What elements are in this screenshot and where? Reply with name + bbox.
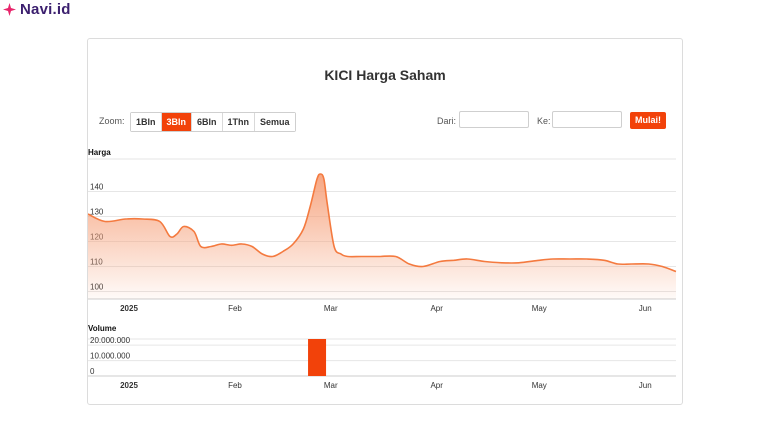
price-area <box>88 173 676 299</box>
volume-pane-title: Volume <box>88 324 117 333</box>
volume-x-tick-label: Mar <box>324 381 338 390</box>
y-tick-label: 130 <box>90 208 104 217</box>
x-tick-label: Apr <box>430 304 443 313</box>
x-tick-label: Feb <box>228 304 242 313</box>
volume-y-tick-label: 0 <box>90 367 95 376</box>
volume-x-tick-label: Jun <box>639 381 652 390</box>
x-tick-label: 2025 <box>120 304 138 313</box>
price-pane-title: Harga <box>88 148 111 157</box>
volume-x-tick-label: Feb <box>228 381 242 390</box>
volume-x-tick-label: May <box>532 381 547 390</box>
volume-x-tick-label: 2025 <box>120 381 138 390</box>
brand-name: Navi.id <box>20 1 71 18</box>
volume-y-tick-label: 10.000.000 <box>90 352 131 361</box>
brand-logo[interactable]: Navi.id <box>3 1 71 18</box>
x-tick-label: May <box>532 304 547 313</box>
volume-y-tick-label: 20.000.000 <box>90 336 131 345</box>
volume-bar <box>308 339 327 376</box>
x-tick-label: Jun <box>639 304 652 313</box>
stock-chart[interactable]: Harga1001101201301402025FebMarAprMayJunV… <box>88 39 682 404</box>
volume-x-tick-label: Apr <box>430 381 443 390</box>
stock-chart-panel: KICI Harga Saham Zoom: 1Bln 3Bln 6Bln 1Thn S… <box>87 38 683 405</box>
x-tick-label: Mar <box>324 304 338 313</box>
sparkle-icon <box>3 3 16 16</box>
y-tick-label: 140 <box>90 183 104 192</box>
